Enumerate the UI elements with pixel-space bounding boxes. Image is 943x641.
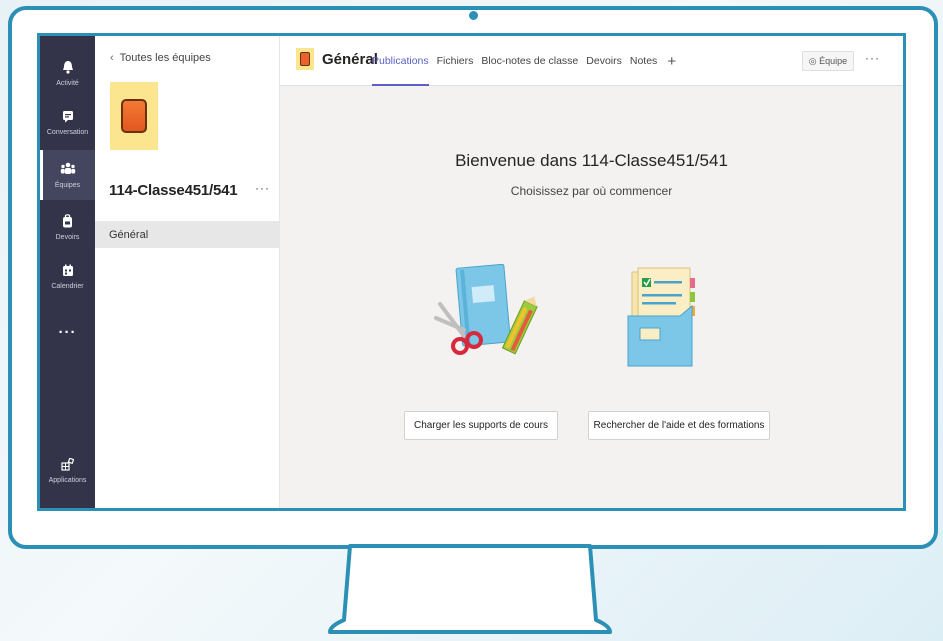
- tab-grades[interactable]: Notes: [630, 36, 657, 86]
- rail-calendar[interactable]: Calendrier: [40, 252, 95, 302]
- chevron-left-icon: ‹: [110, 52, 114, 64]
- monitor-stand: [328, 544, 612, 634]
- channel-item-general[interactable]: Général: [95, 221, 280, 248]
- calendar-icon: [62, 264, 74, 281]
- welcome-subtitle: Choisissez par où commencer: [510, 184, 673, 198]
- rail-label: Activité: [56, 79, 79, 87]
- back-to-teams-link[interactable]: ‹ Toutes les équipes: [110, 52, 211, 64]
- tab-class-notebook[interactable]: Bloc-notes de classe: [481, 36, 578, 86]
- back-label: Toutes les équipes: [119, 52, 211, 64]
- rail-conversation[interactable]: Conversation: [40, 98, 95, 148]
- apps-icon: [61, 457, 75, 475]
- app-screen: Activité Conversation Équipes Devoirs Ca…: [37, 33, 906, 511]
- find-help-button[interactable]: Rechercher de l'aide et des formations: [588, 411, 770, 440]
- tab-files[interactable]: Fichiers: [437, 36, 474, 86]
- channel-header: Général Publications Fichiers Bloc-notes…: [280, 36, 903, 86]
- upload-materials-button[interactable]: Charger les supports de cours: [404, 411, 558, 440]
- rail-assignments[interactable]: Devoirs: [40, 202, 95, 252]
- header-more-options-icon[interactable]: ···: [865, 51, 880, 65]
- rail-applications[interactable]: Applications: [40, 446, 95, 496]
- rail-label: Applications: [48, 477, 87, 484]
- main-content: Général Publications Fichiers Bloc-notes…: [280, 36, 903, 508]
- camera-dot: [469, 11, 478, 20]
- rail-label: Équipes: [54, 181, 81, 189]
- help-training-illustration: [627, 267, 695, 367]
- rail-label: Conversation: [46, 129, 89, 136]
- tab-publications[interactable]: Publications: [372, 36, 429, 86]
- bell-icon: [62, 60, 74, 78]
- team-avatar[interactable]: [110, 82, 158, 150]
- tab-assignments[interactable]: Devoirs: [586, 36, 622, 86]
- app-rail: Activité Conversation Équipes Devoirs Ca…: [40, 36, 95, 508]
- rail-teams[interactable]: Équipes: [40, 150, 95, 200]
- add-tab-icon[interactable]: +: [667, 53, 676, 70]
- backpack-icon: [62, 213, 73, 232]
- team-logo-icon: [121, 99, 147, 133]
- channel-title: Général: [322, 51, 378, 68]
- welcome-title: Bienvenue dans 114-Classe451/541: [455, 151, 728, 170]
- team-name: 114-Classe451/541: [109, 182, 238, 199]
- channel-tabs: Publications Fichiers Bloc-notes de clas…: [372, 36, 676, 86]
- team-pane: ‹ Toutes les équipes 114-Classe451/541 ··…: [95, 36, 280, 508]
- rail-more-icon[interactable]: ···: [40, 324, 95, 341]
- team-button[interactable]: ◎ Équipe: [802, 51, 854, 71]
- teams-icon: [60, 162, 76, 180]
- chat-icon: [62, 110, 74, 127]
- upload-materials-illustration: [434, 264, 538, 355]
- rail-label: Devoirs: [55, 233, 80, 241]
- rail-label: Calendrier: [51, 283, 84, 290]
- team-more-options-icon[interactable]: ···: [255, 181, 270, 195]
- rail-activity[interactable]: Activité: [40, 48, 95, 98]
- channel-team-icon: [296, 48, 314, 70]
